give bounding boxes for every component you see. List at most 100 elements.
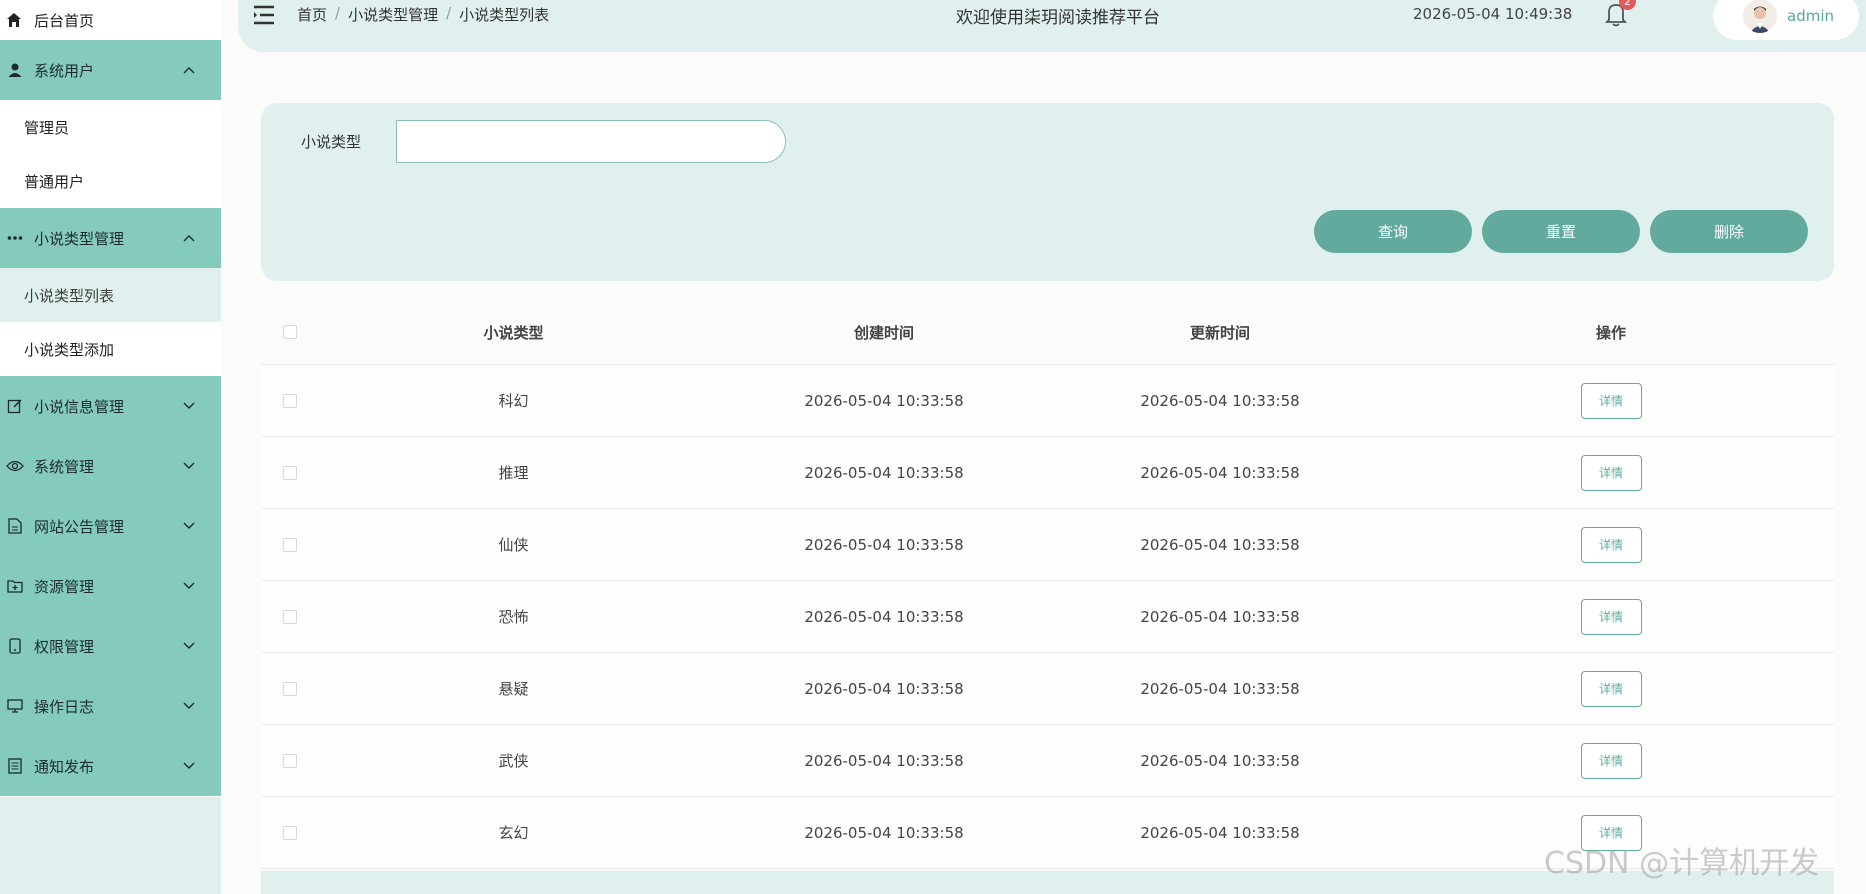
breadcrumb-separator: / (446, 4, 452, 22)
row-checkbox[interactable] (283, 537, 297, 552)
sidebar-group-novel-type[interactable]: 小说类型管理 (0, 208, 221, 268)
sidebar-group-label: 通知发布 (34, 757, 95, 776)
user-menu[interactable]: admin (1713, 0, 1859, 40)
row-type: 仙侠 (498, 536, 529, 554)
row-created: 2026-05-04 10:33:58 (804, 607, 964, 626)
novel-type-input[interactable] (396, 120, 786, 163)
row-updated: 2026-05-04 10:33:58 (1140, 463, 1300, 482)
sidebar-home-label: 后台首页 (34, 11, 95, 30)
sidebar-item-type-list[interactable]: 小说类型列表 (0, 268, 221, 322)
row-updated: 2026-05-04 10:33:58 (1140, 751, 1300, 770)
row-created: 2026-05-04 10:33:58 (804, 823, 964, 842)
menu-toggle-icon[interactable] (252, 4, 276, 26)
sidebar-group-notification[interactable]: 通知发布 (0, 736, 221, 796)
sidebar-item-label: 小说类型添加 (24, 340, 115, 359)
row-type: 推理 (498, 464, 529, 482)
welcome-text: 欢迎使用柒玥阅读推荐平台 (956, 8, 1160, 28)
breadcrumb: 首页 / 小说类型管理 / 小说类型列表 (297, 4, 549, 25)
detail-button[interactable]: 详情 (1580, 454, 1642, 491)
sidebar-group-operation-log[interactable]: 操作日志 (0, 676, 221, 736)
row-created: 2026-05-04 10:33:58 (804, 391, 964, 410)
header-operation: 操作 (1595, 323, 1626, 342)
sidebar-group-announcement[interactable]: 网站公告管理 (0, 496, 221, 556)
breadcrumb-home[interactable]: 首页 (297, 4, 327, 25)
row-created: 2026-05-04 10:33:58 (804, 679, 964, 698)
sidebar-group-system-users[interactable]: 系统用户 (0, 40, 221, 100)
detail-button[interactable]: 详情 (1580, 670, 1642, 707)
row-updated: 2026-05-04 10:33:58 (1140, 607, 1300, 626)
row-operation: 详情 (1388, 670, 1834, 707)
eye-icon (6, 457, 24, 475)
row-type: 悬疑 (498, 680, 529, 698)
monitor-icon (6, 697, 24, 715)
row-operation: 详情 (1388, 382, 1834, 419)
breadcrumb-novel-type[interactable]: 小说类型管理 (348, 4, 438, 25)
row-checkbox[interactable] (283, 465, 297, 480)
detail-button[interactable]: 详情 (1580, 742, 1642, 779)
detail-button[interactable]: 详情 (1580, 598, 1642, 635)
sidebar-item-label: 普通用户 (24, 172, 85, 191)
edit-icon (6, 397, 24, 415)
row-checkbox-cell (261, 393, 311, 408)
delete-button[interactable]: 删除 (1650, 210, 1808, 253)
chevron-up-icon (183, 66, 197, 74)
more-dots-icon (6, 229, 24, 247)
folder-add-icon (6, 577, 24, 595)
row-checkbox[interactable] (283, 393, 297, 408)
chevron-up-icon (183, 234, 197, 242)
chevron-down-icon (183, 762, 197, 770)
query-button[interactable]: 查询 (1314, 210, 1472, 253)
novel-type-label: 小说类型 (301, 133, 362, 151)
sidebar-group-label: 系统用户 (34, 61, 95, 80)
row-checkbox[interactable] (283, 609, 297, 624)
row-checkbox[interactable] (283, 753, 297, 768)
sidebar-group-resources[interactable]: 资源管理 (0, 556, 221, 616)
search-panel: 小说类型 查询 重置 删除 (261, 103, 1834, 281)
sidebar-item-normal-user[interactable]: 普通用户 (0, 154, 221, 208)
table-row: 仙侠 2026-05-04 10:33:58 2026-05-04 10:33:… (261, 509, 1834, 581)
sidebar-group-novel-info[interactable]: 小说信息管理 (0, 376, 221, 436)
breadcrumb-current: 小说类型列表 (459, 6, 550, 24)
row-updated: 2026-05-04 10:33:58 (1140, 391, 1300, 410)
sidebar-group-label: 操作日志 (34, 697, 95, 716)
sidebar-group-permissions[interactable]: 权限管理 (0, 616, 221, 676)
row-checkbox-cell (261, 753, 311, 768)
row-checkbox[interactable] (283, 681, 297, 696)
row-updated: 2026-05-04 10:33:58 (1140, 535, 1300, 554)
row-checkbox-cell (261, 465, 311, 480)
row-created: 2026-05-04 10:33:58 (804, 751, 964, 770)
row-operation: 详情 (1388, 742, 1834, 779)
row-checkbox-cell (261, 825, 311, 840)
chevron-down-icon (183, 462, 197, 470)
document-icon (6, 517, 24, 535)
sidebar-group-label: 权限管理 (34, 637, 95, 656)
detail-button[interactable]: 详情 (1580, 526, 1642, 563)
chevron-down-icon (183, 582, 197, 590)
user-icon (6, 61, 24, 79)
table-row: 推理 2026-05-04 10:33:58 2026-05-04 10:33:… (261, 437, 1834, 509)
sidebar-group-system-manage[interactable]: 系统管理 (0, 436, 221, 496)
sidebar-group-label: 小说类型管理 (34, 229, 125, 248)
row-checkbox-cell (261, 537, 311, 552)
sidebar-item-label: 小说类型列表 (24, 286, 115, 305)
chevron-down-icon (183, 702, 197, 710)
detail-button[interactable]: 详情 (1580, 382, 1642, 419)
row-updated: 2026-05-04 10:33:58 (1140, 823, 1300, 842)
table-row: 科幻 2026-05-04 10:33:58 2026-05-04 10:33:… (261, 365, 1834, 437)
row-checkbox[interactable] (283, 825, 297, 840)
watermark-text: CSDN @计算机开发 (1544, 846, 1820, 881)
row-operation: 详情 (1388, 526, 1834, 563)
chevron-down-icon (183, 642, 197, 650)
tablet-icon (6, 637, 24, 655)
row-operation: 详情 (1388, 598, 1834, 635)
select-all-checkbox[interactable] (283, 325, 297, 339)
header-checkbox-cell (261, 325, 311, 339)
sidebar-group-label: 小说信息管理 (34, 397, 125, 416)
row-checkbox-cell (261, 609, 311, 624)
reset-button[interactable]: 重置 (1482, 210, 1640, 253)
header-type: 小说类型 (483, 323, 544, 342)
sidebar-home[interactable]: 后台首页 (0, 0, 221, 40)
sidebar-item-admin[interactable]: 管理员 (0, 100, 221, 154)
sidebar-item-type-add[interactable]: 小说类型添加 (0, 322, 221, 376)
avatar (1743, 0, 1777, 33)
